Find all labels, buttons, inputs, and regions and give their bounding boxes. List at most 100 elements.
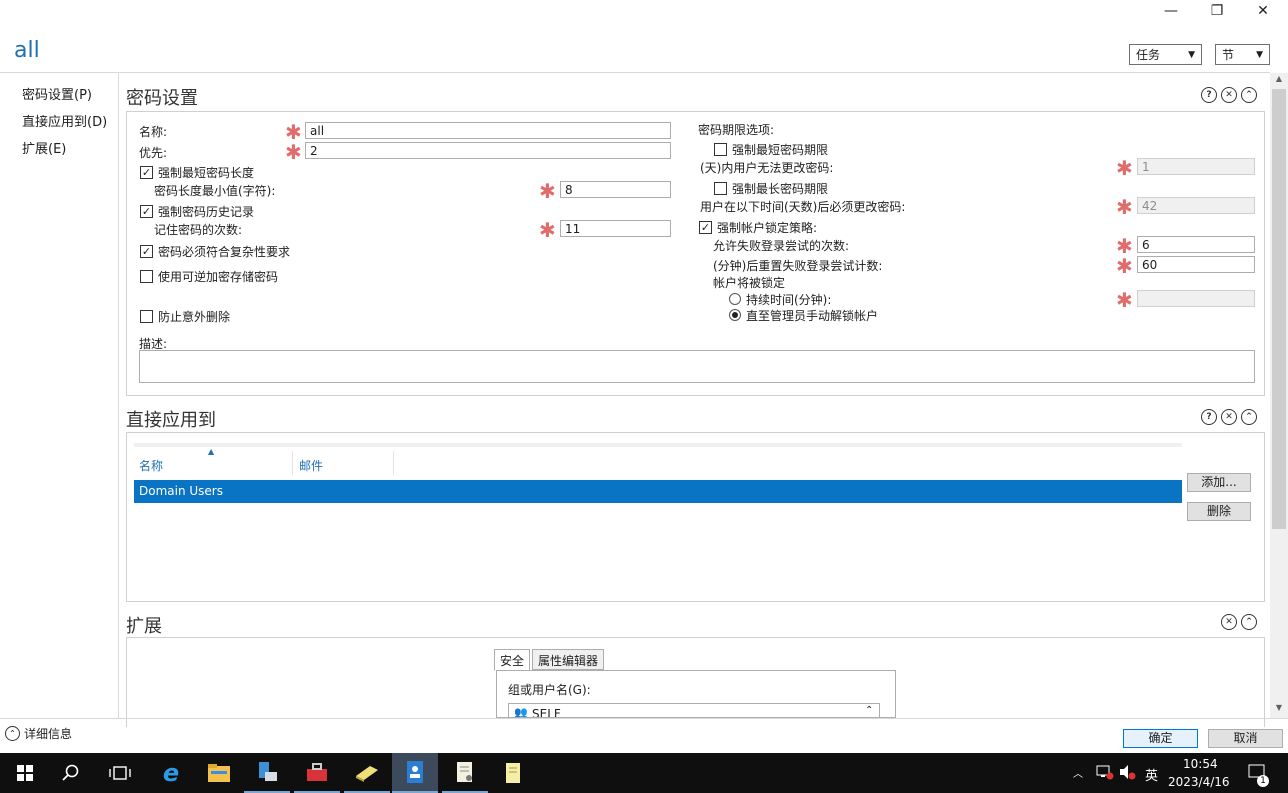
clock-time[interactable]: 10:54 xyxy=(1183,757,1218,771)
help-icon[interactable]: ? xyxy=(1201,87,1217,103)
scroll-down-icon[interactable]: ▼ xyxy=(1270,703,1288,717)
until-admin-radio[interactable] xyxy=(729,309,741,321)
document-icon xyxy=(506,763,520,783)
column-name[interactable]: 名称 xyxy=(139,457,163,474)
reset-after-field[interactable]: 60 xyxy=(1137,256,1255,273)
collapse-icon[interactable]: ⌃ xyxy=(1241,614,1257,630)
row-name-cell: Domain Users xyxy=(139,484,223,498)
triangle-down-icon: ▼ xyxy=(1256,49,1263,60)
taskbar-explorer[interactable] xyxy=(196,753,242,793)
min-age-field[interactable]: 1 xyxy=(1137,158,1255,175)
clock-date[interactable]: 2023/4/16 xyxy=(1168,775,1230,789)
group-user-label: 组或用户名(G): xyxy=(508,683,591,697)
taskbar-toolbox[interactable] xyxy=(294,753,340,793)
enforce-min-age-checkbox[interactable] xyxy=(714,143,727,156)
password-settings-controls: ? ✕ ⌃ xyxy=(1201,87,1257,103)
description-field[interactable] xyxy=(139,350,1255,383)
collapse-icon[interactable]: ⌃ xyxy=(1241,409,1257,425)
history-count-field[interactable]: 11 xyxy=(560,220,671,237)
extensions-controls: ✕ ⌃ xyxy=(1221,614,1257,630)
priority-field[interactable]: 2 xyxy=(305,142,671,159)
minimize-button[interactable]: — xyxy=(1150,0,1192,22)
taskbar-sticky[interactable] xyxy=(344,753,390,793)
taskbar-notes[interactable] xyxy=(490,753,536,793)
start-button[interactable] xyxy=(2,753,48,793)
scroll-thumb[interactable] xyxy=(1272,89,1286,529)
enforce-min-length-checkbox[interactable]: ✓ xyxy=(140,166,153,179)
lockout-label: 帐户将被锁定 xyxy=(713,276,786,290)
min-length-field[interactable]: 8 xyxy=(560,181,671,198)
close-icon[interactable]: ✕ xyxy=(1221,409,1237,425)
header-divider xyxy=(0,72,1270,73)
enforce-max-age-checkbox[interactable] xyxy=(714,182,727,195)
duration-field[interactable] xyxy=(1137,290,1255,307)
server-manager-icon xyxy=(259,762,277,781)
scroll-up-icon[interactable]: ▲ xyxy=(1270,74,1288,88)
ok-button[interactable]: 确定 xyxy=(1123,729,1198,748)
taskbar-ie[interactable]: e xyxy=(148,753,194,793)
expand-details-icon[interactable]: ⌃ xyxy=(5,726,20,741)
network-icon[interactable] xyxy=(1096,764,1114,783)
close-icon[interactable]: ✕ xyxy=(1221,614,1237,630)
required-icon: ✱ xyxy=(1116,288,1133,312)
tasks-label: 任务 xyxy=(1136,48,1161,62)
nav-divider xyxy=(118,73,119,718)
list-item[interactable]: SELF xyxy=(532,707,561,717)
taskbar-certificate[interactable] xyxy=(442,753,488,793)
lockout-policy-checkbox[interactable]: ✓ xyxy=(699,221,712,234)
add-button[interactable]: 添加... xyxy=(1187,473,1251,492)
cancel-button[interactable]: 取消 xyxy=(1208,729,1283,748)
list-header: 名称 ▲ 邮件 xyxy=(134,443,1182,476)
search-button[interactable] xyxy=(48,753,94,793)
column-email[interactable]: 邮件 xyxy=(299,457,323,474)
folder-icon xyxy=(208,764,230,782)
collapse-icon[interactable]: ⌃ xyxy=(1241,87,1257,103)
nav-item-applies-to[interactable]: 直接应用到(D) xyxy=(22,111,107,130)
nav-item-password-settings[interactable]: 密码设置(P) xyxy=(22,84,92,103)
tab-security[interactable]: 安全 xyxy=(494,649,531,671)
remove-button[interactable]: 删除 xyxy=(1187,502,1251,521)
task-view-icon xyxy=(109,766,131,780)
reset-after-label: (分钟)后重置失败登录尝试计数: xyxy=(713,259,883,273)
applies-to-controls: ? ✕ ⌃ xyxy=(1201,409,1257,425)
tray-chevron-up-icon[interactable]: ︿ xyxy=(1073,765,1083,780)
close-window-button[interactable]: ✕ xyxy=(1242,0,1284,22)
history-count-label: 记住密码的次数: xyxy=(154,223,243,237)
windows-logo-icon xyxy=(17,765,33,781)
taskbar-admin-center[interactable] xyxy=(392,753,438,793)
failed-attempts-field[interactable]: 6 xyxy=(1137,236,1255,253)
table-row[interactable]: Domain Users xyxy=(134,480,1182,503)
group-user-list[interactable]: 👥 SELF ⌃ xyxy=(508,703,880,718)
sections-dropdown[interactable]: 节 ▼ xyxy=(1215,44,1270,65)
taskbar-server-manager[interactable] xyxy=(244,753,290,793)
tasks-dropdown[interactable]: 任务 ▼ xyxy=(1129,44,1202,65)
reversible-encryption-checkbox[interactable] xyxy=(140,270,153,283)
duration-radio[interactable] xyxy=(729,293,741,305)
name-field[interactable]: all xyxy=(305,122,671,139)
sections-label: 节 xyxy=(1222,48,1235,62)
password-settings-title: 密码设置 xyxy=(126,88,198,109)
complexity-checkbox[interactable]: ✓ xyxy=(140,245,153,258)
tab-attribute-editor[interactable]: 属性编辑器 xyxy=(532,649,605,670)
task-view-button[interactable] xyxy=(97,753,143,793)
max-age-field[interactable]: 42 xyxy=(1137,197,1255,214)
vertical-scrollbar[interactable]: ▲ ▼ xyxy=(1270,73,1288,718)
footer-divider xyxy=(0,718,1288,719)
nav-item-extensions[interactable]: 扩展(E) xyxy=(22,138,66,157)
required-icon: ✱ xyxy=(285,120,302,144)
duration-label: 持续时间(分钟): xyxy=(746,293,832,307)
close-icon[interactable]: ✕ xyxy=(1221,87,1237,103)
restore-button[interactable]: ❐ xyxy=(1196,0,1238,22)
notification-badge: 1 xyxy=(1257,775,1269,787)
enforce-history-checkbox[interactable]: ✓ xyxy=(140,205,153,218)
details-label[interactable]: 详细信息 xyxy=(24,725,72,742)
ime-indicator[interactable]: 英 xyxy=(1145,765,1158,784)
help-icon[interactable]: ? xyxy=(1201,409,1217,425)
protect-delete-checkbox[interactable] xyxy=(140,310,153,323)
complexity-label: 密码必须符合复杂性要求 xyxy=(158,245,291,259)
failed-attempts-label: 允许失败登录尝试的次数: xyxy=(713,239,850,253)
chevron-up-icon[interactable]: ⌃ xyxy=(865,705,873,716)
notepad-icon xyxy=(356,766,378,782)
required-icon: ✱ xyxy=(1116,195,1133,219)
volume-muted-icon[interactable] xyxy=(1119,764,1137,783)
